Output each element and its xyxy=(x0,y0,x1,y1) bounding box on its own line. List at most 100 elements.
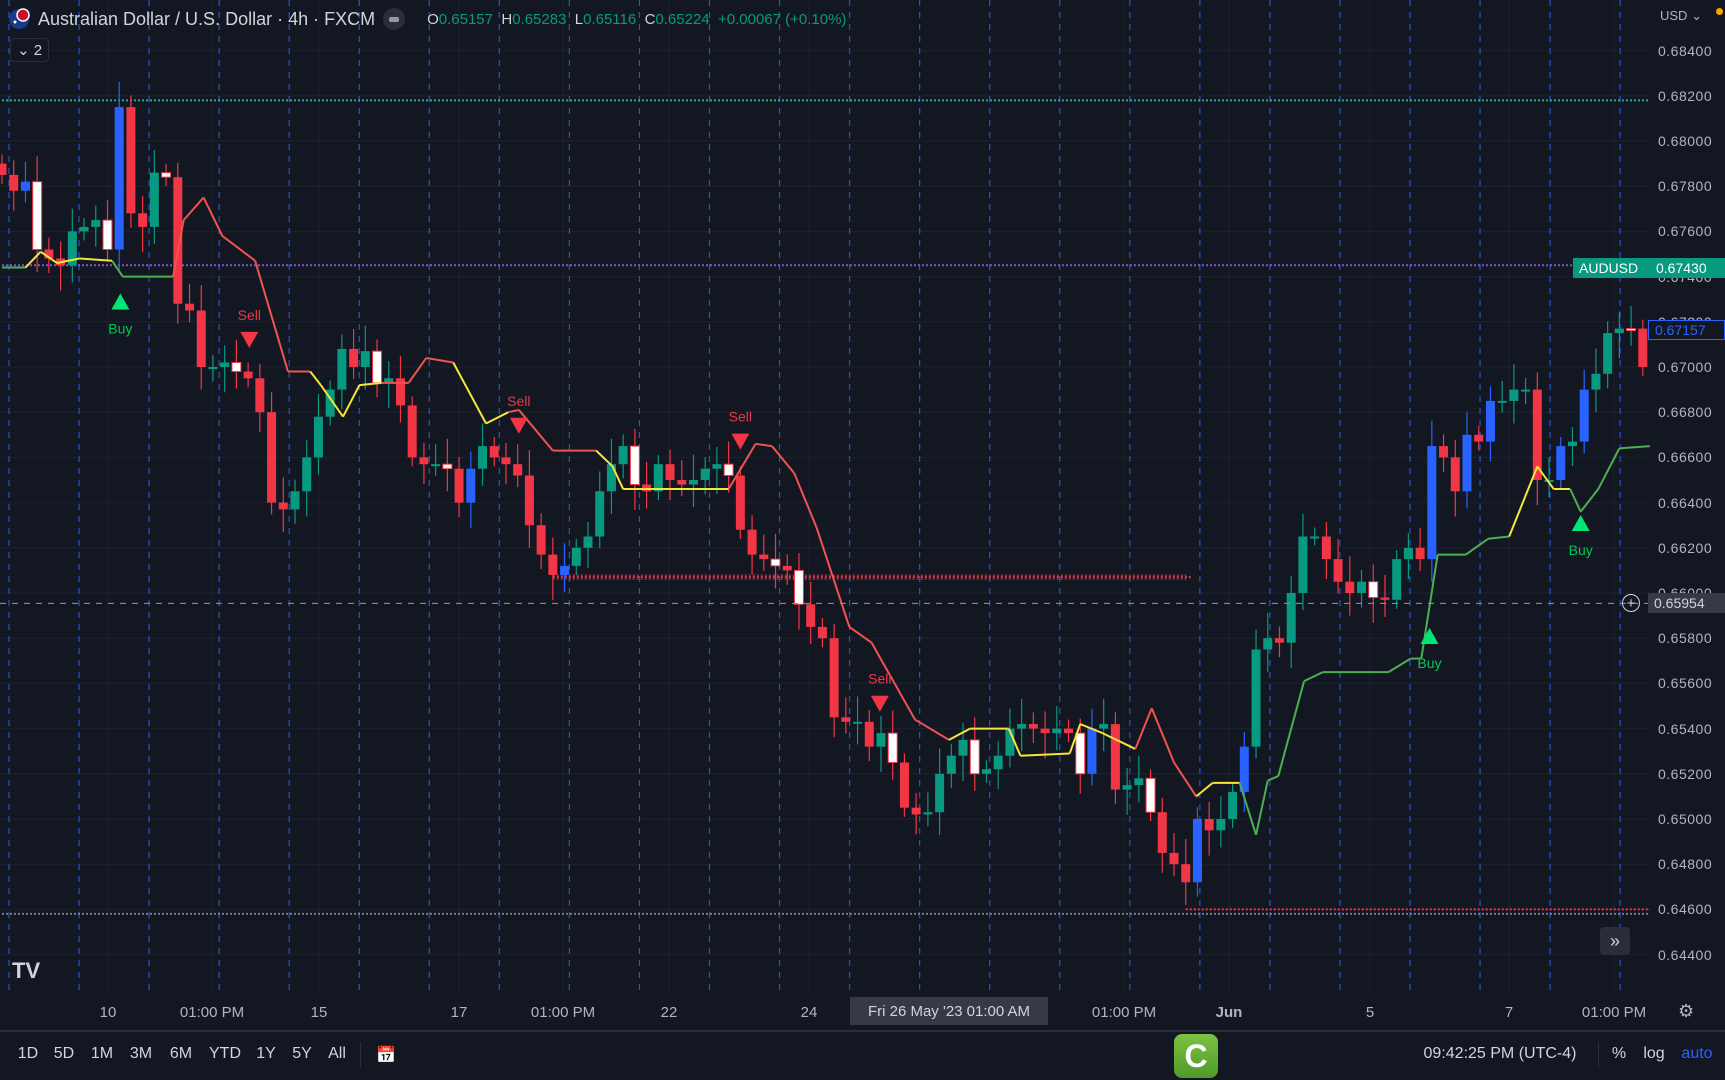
candle-body xyxy=(618,446,628,465)
symbol-price-tag: 0.67430 xyxy=(1650,258,1725,278)
add-alert-plus-icon[interactable]: + xyxy=(1622,594,1640,612)
price-chart[interactable]: Buy Sell Sell Sell Sell Buy Buy xyxy=(0,0,1650,995)
sell-triangle-icon xyxy=(240,331,259,348)
candle-body xyxy=(454,468,464,503)
trailing-stop-segment xyxy=(407,357,428,384)
trailing-stop-segment xyxy=(1487,535,1510,540)
candle-body xyxy=(1579,389,1589,442)
sell-triangle-icon xyxy=(509,417,528,434)
candle-body xyxy=(1427,446,1437,560)
candle-body xyxy=(419,457,429,465)
time-tick: 01:00 PM xyxy=(179,1004,245,1021)
signal-label: Sell xyxy=(507,393,530,409)
range-button-1d[interactable]: 1D xyxy=(18,1045,38,1063)
candle xyxy=(267,392,277,515)
chevron-down-icon: ⌄ xyxy=(17,42,30,59)
candle xyxy=(138,196,148,253)
candle-body xyxy=(1638,328,1648,367)
scroll-to-realtime-button[interactable]: » xyxy=(1600,927,1630,955)
candle-body xyxy=(1474,434,1484,442)
candle xyxy=(829,623,839,738)
trailing-stop-segment xyxy=(1303,671,1324,683)
candle xyxy=(384,361,394,409)
candle-body xyxy=(1485,400,1495,442)
candle xyxy=(278,477,288,532)
candle-body xyxy=(337,348,347,390)
candle xyxy=(560,543,570,593)
candle xyxy=(595,471,605,549)
candle xyxy=(583,522,593,568)
sell-triangle-icon xyxy=(870,695,889,712)
candle xyxy=(185,283,195,323)
candle xyxy=(1099,698,1109,752)
indicators-collapse-button[interactable]: ⌄ 2 xyxy=(10,38,50,62)
candle xyxy=(1157,797,1167,873)
auto-scale-toggle[interactable]: auto xyxy=(1681,1045,1712,1063)
candle-body xyxy=(712,464,722,469)
candle-body xyxy=(911,807,921,815)
candle-body xyxy=(1509,389,1519,401)
candle xyxy=(1509,364,1519,424)
candle-body xyxy=(79,226,89,232)
candle xyxy=(196,285,206,390)
candle-body xyxy=(1462,434,1472,492)
hide-button[interactable] xyxy=(383,8,406,30)
time-tick: 01:00 PM xyxy=(530,1004,596,1021)
trailing-stop-segment xyxy=(1569,488,1582,513)
candle-body xyxy=(1075,732,1086,775)
candle xyxy=(735,466,745,539)
log-scale-toggle[interactable]: log xyxy=(1643,1045,1664,1063)
chart-legend: Australian Dollar / U.S. Dollar · 4h · F… xyxy=(8,8,846,30)
candle-body xyxy=(1392,559,1402,600)
symbol-title[interactable]: Australian Dollar / U.S. Dollar · 4h · F… xyxy=(38,9,375,30)
range-button-5d[interactable]: 5D xyxy=(54,1045,74,1063)
go-to-date-calendar-icon[interactable]: 📅 xyxy=(376,1045,396,1065)
candle-body xyxy=(360,351,370,367)
candle xyxy=(536,513,546,570)
range-button-ytd[interactable]: YTD xyxy=(209,1045,241,1063)
clock-timezone[interactable]: 09:42:25 PM (UTC-4) xyxy=(1424,1045,1577,1063)
candle xyxy=(0,154,7,184)
price-axis[interactable]: USD ⌄ 0.68400 0.68200 0.68000 0.67800 0.6760… xyxy=(1650,0,1725,995)
candle-body xyxy=(560,565,570,575)
candle xyxy=(806,581,816,645)
percent-scale-toggle[interactable]: % xyxy=(1612,1045,1626,1063)
candle xyxy=(1485,386,1495,462)
range-button-1y[interactable]: 1Y xyxy=(256,1045,276,1063)
candle xyxy=(173,162,183,324)
settings-gear-icon[interactable]: ⚙ xyxy=(1678,1001,1694,1022)
range-button-5y[interactable]: 5Y xyxy=(292,1045,312,1063)
range-button-3m[interactable]: 3M xyxy=(130,1045,152,1063)
candle-body xyxy=(372,350,383,384)
app-logo: C xyxy=(1174,1034,1218,1078)
candle xyxy=(372,339,383,398)
candle xyxy=(853,696,863,745)
trailing-stop-segment xyxy=(793,472,818,528)
time-tick: 24 xyxy=(800,1004,818,1021)
ohlc-values: O0.65157 H0.65283 L0.65116 C0.65224 +0.0… xyxy=(427,10,847,28)
candle-body xyxy=(185,303,195,311)
time-axis[interactable]: 10 01:00 PM 15 17 01:00 PM 22 24 01:00 PM Jun 5 7 0… xyxy=(0,995,1725,1028)
candle xyxy=(489,437,499,467)
candle xyxy=(1626,305,1637,346)
candle xyxy=(1134,755,1144,803)
candle-body xyxy=(501,457,511,465)
candle-body xyxy=(1556,446,1566,480)
candle-body xyxy=(946,755,956,774)
candle-body xyxy=(9,174,19,191)
range-button-1m[interactable]: 1M xyxy=(91,1045,113,1063)
range-button-6m[interactable]: 6M xyxy=(170,1045,192,1063)
candle-body xyxy=(793,569,804,605)
range-button-all[interactable]: All xyxy=(328,1045,346,1063)
candle xyxy=(1204,801,1214,856)
time-tick: 15 xyxy=(310,1004,328,1021)
candle-body xyxy=(864,721,874,747)
symbol-tag: AUDUSD xyxy=(1573,258,1650,278)
currency-selector[interactable]: USD ⌄ xyxy=(1660,8,1702,24)
candle xyxy=(1521,377,1531,405)
candle-body xyxy=(173,177,183,304)
candle-body xyxy=(1567,441,1577,447)
tradingview-logo[interactable]: TV xyxy=(12,958,40,984)
signal-label: Buy xyxy=(1417,655,1441,671)
candle xyxy=(431,444,441,476)
